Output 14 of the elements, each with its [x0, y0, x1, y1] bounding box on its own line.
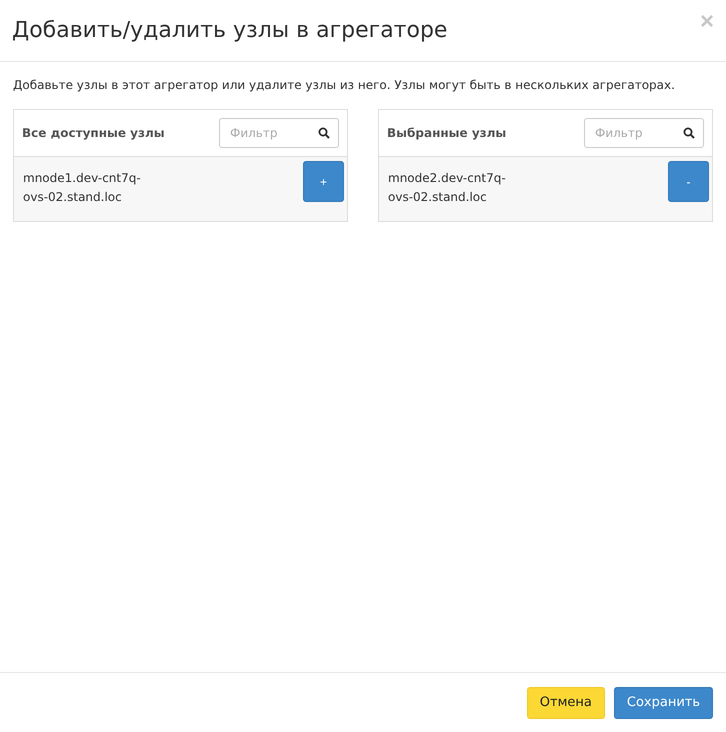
search-icon [683, 127, 695, 139]
dialog-title: Добавить/удалить узлы в агрегаторе [12, 18, 448, 43]
panel-title: Все доступные узлы [22, 126, 165, 140]
filter-field[interactable]: Фильтр [219, 118, 339, 148]
node-name: mnode2.dev-cnt7q-ovs-02.stand.loc [388, 170, 507, 206]
save-button[interactable]: Сохранить [614, 686, 713, 718]
filter-field[interactable]: Фильтр [584, 118, 704, 148]
panel-title: Выбранные узлы [387, 126, 506, 140]
move-node-button[interactable]: - [668, 161, 709, 202]
cancel-button[interactable]: Отмена [526, 686, 605, 718]
move-node-button[interactable]: + [303, 161, 344, 202]
description-text: Добавьте узлы в этот агрегатор или удалите узлы из него. Узлы могут быть в нескольких агрегаторах. [13, 78, 676, 92]
search-icon [318, 127, 330, 139]
node-name: mnode1.dev-cnt7q-ovs-02.stand.loc [23, 170, 142, 206]
